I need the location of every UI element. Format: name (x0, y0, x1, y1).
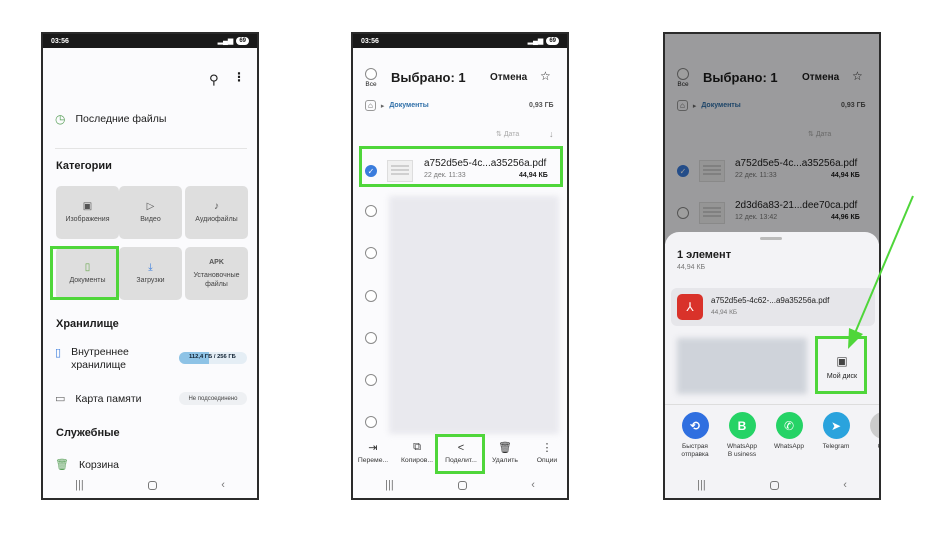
arrow-line (854, 195, 914, 334)
arrow-head (848, 328, 863, 349)
annotation-arrow (848, 195, 914, 349)
